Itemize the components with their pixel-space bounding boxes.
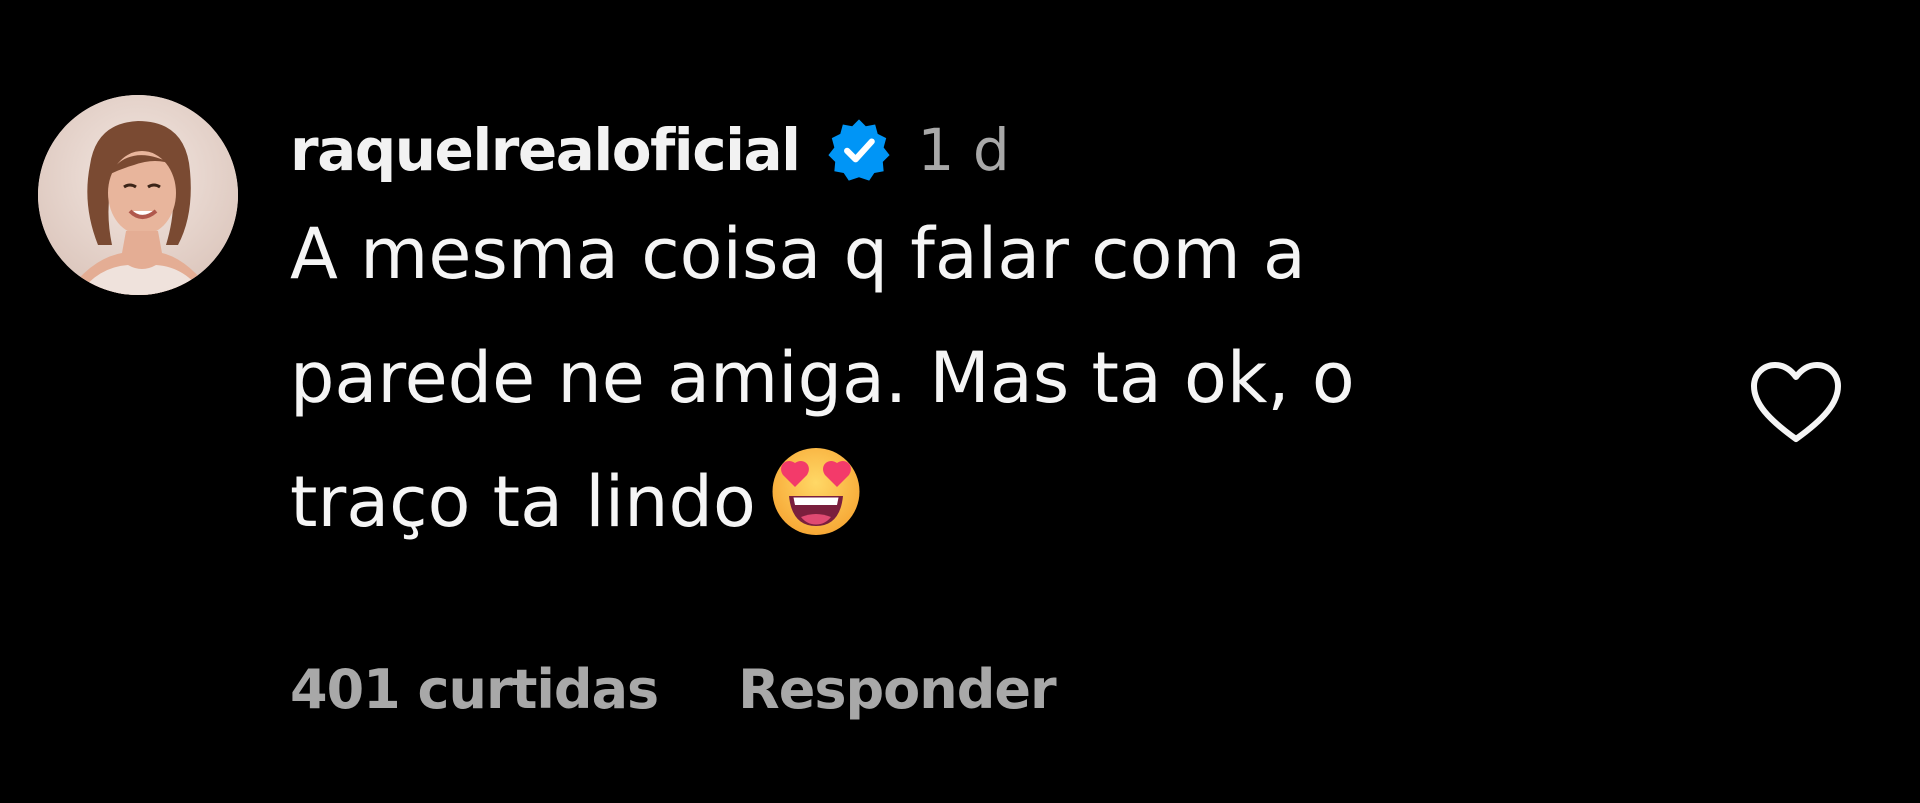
heart-eyes-emoji-icon xyxy=(768,442,864,538)
reply-button[interactable]: Responder xyxy=(738,658,1056,721)
likes-count[interactable]: 401 curtidas xyxy=(290,658,659,721)
username-link[interactable]: raquelrealoficial xyxy=(290,121,801,179)
avatar-image xyxy=(38,95,238,295)
comment: raquelrealoficial 1 d A mesma coisa q fa… xyxy=(0,0,1920,803)
comment-body: raquelrealoficial 1 d A mesma coisa q fa… xyxy=(290,108,1650,564)
comment-footer: 401 curtidas Responder xyxy=(290,658,1057,721)
comment-timestamp[interactable]: 1 d xyxy=(917,121,1009,179)
verified-badge-icon xyxy=(825,116,893,184)
heart-outline-icon[interactable] xyxy=(1748,358,1844,448)
comment-header: raquelrealoficial 1 d xyxy=(290,108,1650,192)
comment-text: A mesma coisa q falar com a parede ne am… xyxy=(290,192,1690,564)
avatar[interactable] xyxy=(38,95,238,295)
